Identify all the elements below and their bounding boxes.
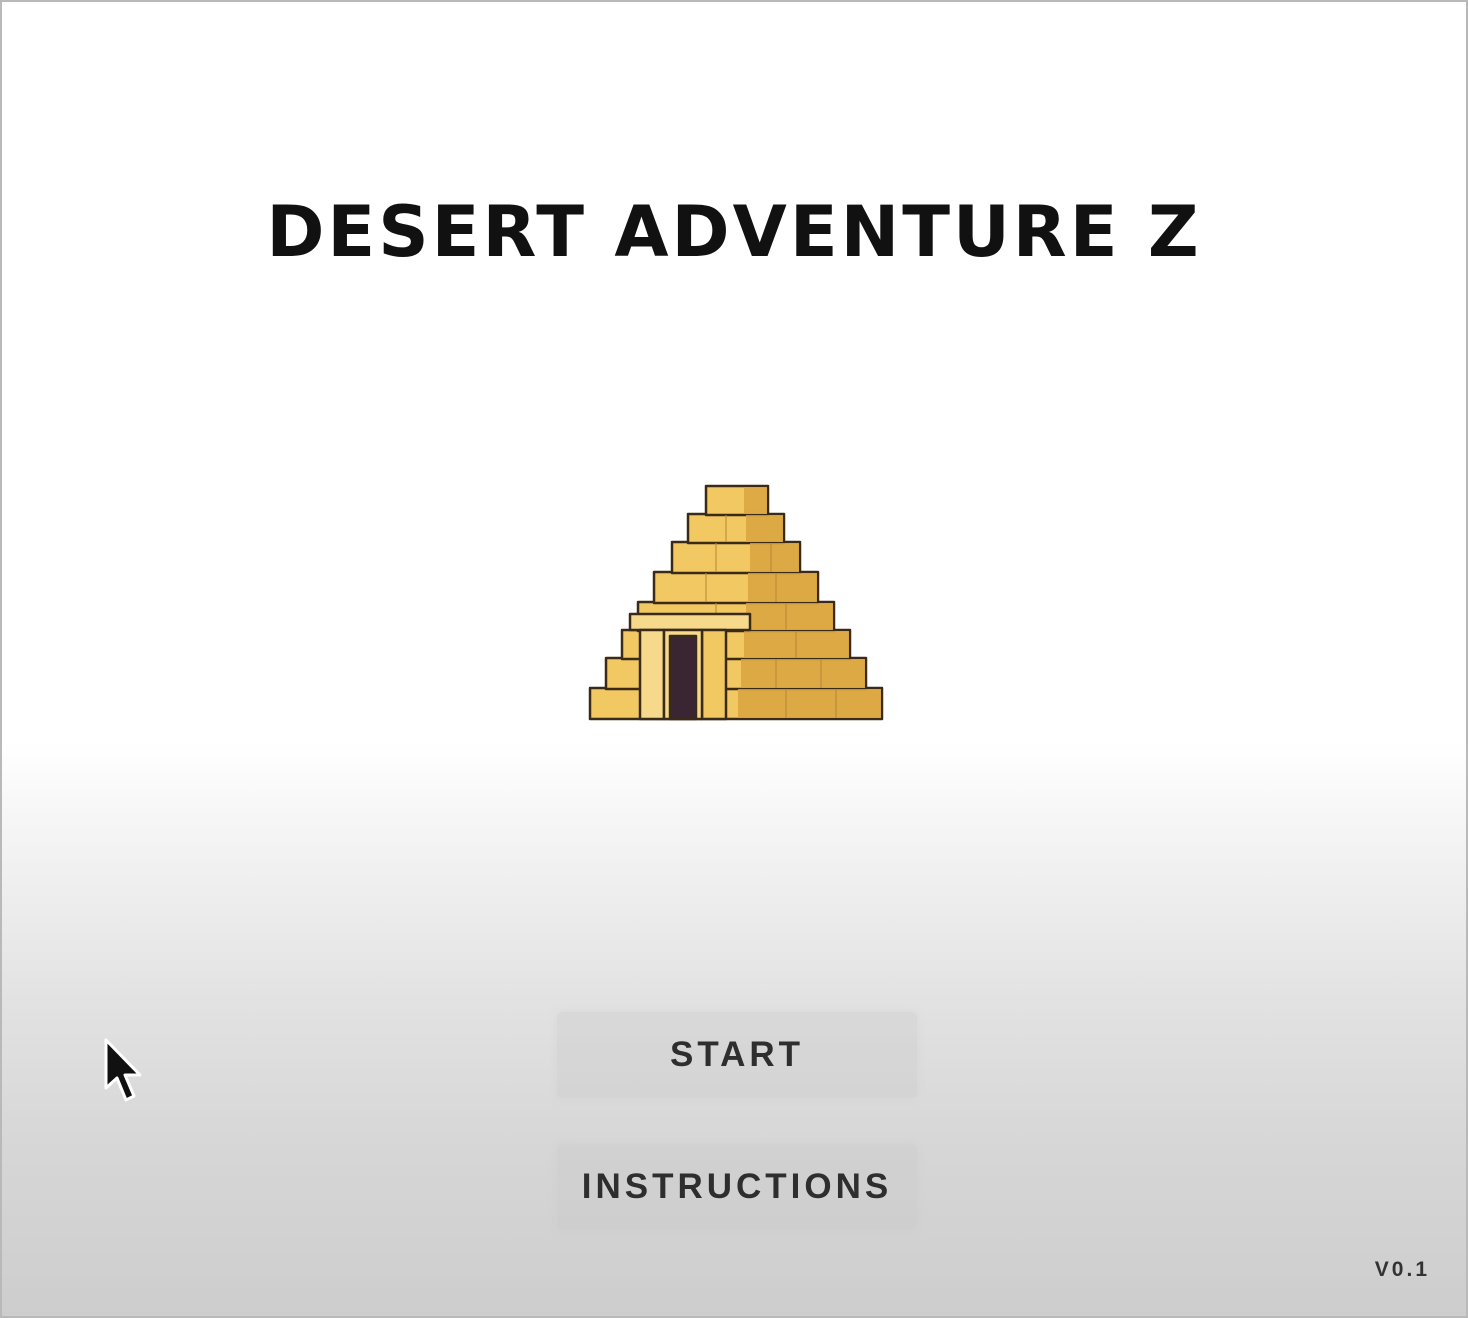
mouse-cursor-icon bbox=[104, 1038, 142, 1102]
game-title: DESERT ADVENTURE Z bbox=[266, 191, 1202, 273]
instructions-button[interactable]: INSTRUCTIONS bbox=[557, 1144, 917, 1230]
version-label: V0.1 bbox=[1374, 1258, 1430, 1281]
title-screen: DESERT ADVENTURE Z START INSTRUCTIONS V0… bbox=[0, 0, 1468, 1318]
start-button[interactable]: START bbox=[557, 1012, 917, 1098]
pyramid-icon bbox=[588, 484, 884, 721]
